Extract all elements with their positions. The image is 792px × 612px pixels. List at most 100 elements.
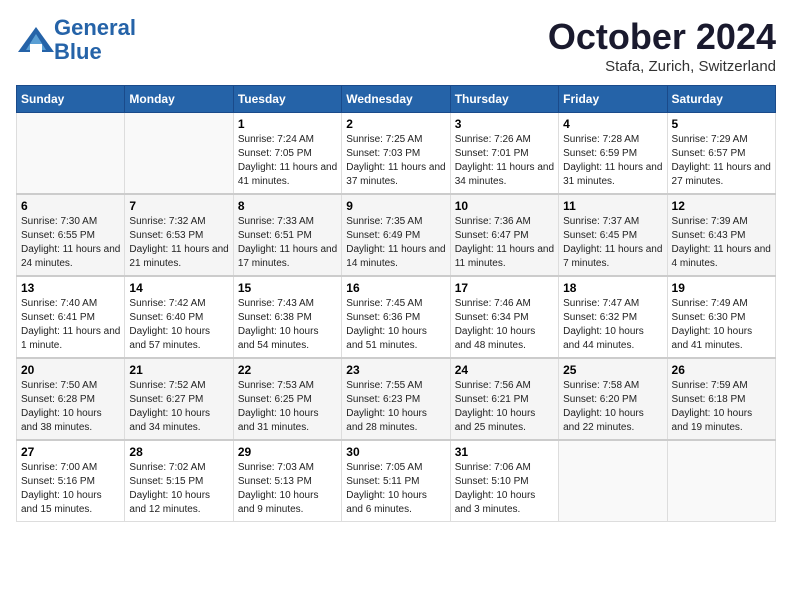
day-info: Sunrise: 7:36 AM Sunset: 6:47 PM Dayligh…: [455, 215, 554, 271]
calendar-cell: 25 Sunrise: 7:58 AM Sunset: 6:20 PM Dayli…: [559, 358, 667, 440]
day-number: 23: [346, 363, 445, 377]
day-number: 10: [455, 199, 554, 213]
day-info: Sunrise: 7:28 AM Sunset: 6:59 PM Dayligh…: [563, 133, 662, 189]
day-info: Sunrise: 7:59 AM Sunset: 6:18 PM Dayligh…: [672, 379, 771, 435]
day-number: 21: [129, 363, 228, 377]
calendar-cell: 28 Sunrise: 7:02 AM Sunset: 5:15 PM Dayli…: [125, 440, 233, 522]
calendar-cell: 16 Sunrise: 7:45 AM Sunset: 6:36 PM Dayli…: [342, 276, 450, 358]
day-info: Sunrise: 7:24 AM Sunset: 7:05 PM Dayligh…: [238, 133, 337, 189]
logo-blue: Blue: [54, 39, 102, 64]
calendar-cell: 3 Sunrise: 7:26 AM Sunset: 7:01 PM Daylig…: [450, 113, 558, 195]
logo-general: General: [54, 15, 136, 40]
calendar-cell: 31Sunrise: 7:06 AM Sunset: 5:10 PM Dayli…: [450, 440, 558, 522]
day-info: Sunrise: 7:47 AM Sunset: 6:32 PM Dayligh…: [563, 297, 662, 353]
calendar-cell: 2 Sunrise: 7:25 AM Sunset: 7:03 PM Daylig…: [342, 113, 450, 195]
day-info: Sunrise: 7:50 AM Sunset: 6:28 PM Dayligh…: [21, 379, 120, 435]
calendar-table: SundayMondayTuesdayWednesdayThursdayFrid…: [16, 85, 776, 522]
calendar-cell: [559, 440, 667, 522]
day-number: 5: [672, 117, 771, 131]
calendar-cell: 26 Sunrise: 7:59 AM Sunset: 6:18 PM Dayli…: [667, 358, 775, 440]
day-number: 27: [21, 445, 120, 459]
calendar-cell: 21 Sunrise: 7:52 AM Sunset: 6:27 PM Dayli…: [125, 358, 233, 440]
day-info: Sunrise: 7:49 AM Sunset: 6:30 PM Dayligh…: [672, 297, 771, 353]
calendar-cell: 20 Sunrise: 7:50 AM Sunset: 6:28 PM Dayli…: [17, 358, 125, 440]
day-info: Sunrise: 7:43 AM Sunset: 6:38 PM Dayligh…: [238, 297, 337, 353]
day-number: 28: [129, 445, 228, 459]
day-number: 30: [346, 445, 445, 459]
day-number: 12: [672, 199, 771, 213]
day-number: 3: [455, 117, 554, 131]
calendar-week-row: 27 Sunrise: 7:00 AM Sunset: 5:16 PM Dayli…: [17, 440, 776, 522]
calendar-cell: 18Sunrise: 7:47 AM Sunset: 6:32 PM Dayli…: [559, 276, 667, 358]
day-info: Sunrise: 7:52 AM Sunset: 6:27 PM Dayligh…: [129, 379, 228, 435]
weekday-header: Tuesday: [233, 86, 341, 113]
day-info: Sunrise: 7:06 AM Sunset: 5:10 PM Dayligh…: [455, 461, 554, 517]
day-number: 22: [238, 363, 337, 377]
day-info: Sunrise: 7:53 AM Sunset: 6:25 PM Dayligh…: [238, 379, 337, 435]
day-number: 13: [21, 281, 120, 295]
day-info: Sunrise: 7:58 AM Sunset: 6:20 PM Dayligh…: [563, 379, 662, 435]
day-info: Sunrise: 7:02 AM Sunset: 5:15 PM Dayligh…: [129, 461, 228, 517]
calendar-cell: 9Sunrise: 7:35 AM Sunset: 6:49 PM Daylig…: [342, 194, 450, 276]
title-block: October 2024 Stafa, Zurich, Switzerland: [548, 16, 776, 75]
calendar-cell: 24Sunrise: 7:56 AM Sunset: 6:21 PM Dayli…: [450, 358, 558, 440]
calendar-week-row: 6 Sunrise: 7:30 AM Sunset: 6:55 PM Daylig…: [17, 194, 776, 276]
day-info: Sunrise: 7:55 AM Sunset: 6:23 PM Dayligh…: [346, 379, 445, 435]
day-number: 24: [455, 363, 554, 377]
calendar-cell: [667, 440, 775, 522]
day-info: Sunrise: 7:46 AM Sunset: 6:34 PM Dayligh…: [455, 297, 554, 353]
calendar-cell: 7 Sunrise: 7:32 AM Sunset: 6:53 PM Daylig…: [125, 194, 233, 276]
calendar-cell: 19Sunrise: 7:49 AM Sunset: 6:30 PM Dayli…: [667, 276, 775, 358]
logo-text: General Blue: [54, 16, 136, 64]
day-info: Sunrise: 7:37 AM Sunset: 6:45 PM Dayligh…: [563, 215, 662, 271]
day-info: Sunrise: 7:39 AM Sunset: 6:43 PM Dayligh…: [672, 215, 771, 271]
day-info: Sunrise: 7:42 AM Sunset: 6:40 PM Dayligh…: [129, 297, 228, 353]
day-number: 7: [129, 199, 228, 213]
day-number: 26: [672, 363, 771, 377]
calendar-cell: 11 Sunrise: 7:37 AM Sunset: 6:45 PM Dayli…: [559, 194, 667, 276]
day-number: 1: [238, 117, 337, 131]
logo-icon: [16, 22, 52, 58]
calendar-cell: 14Sunrise: 7:42 AM Sunset: 6:40 PM Dayli…: [125, 276, 233, 358]
weekday-header: Monday: [125, 86, 233, 113]
day-number: 6: [21, 199, 120, 213]
day-info: Sunrise: 7:32 AM Sunset: 6:53 PM Dayligh…: [129, 215, 228, 271]
calendar-cell: 22 Sunrise: 7:53 AM Sunset: 6:25 PM Dayli…: [233, 358, 341, 440]
day-info: Sunrise: 7:03 AM Sunset: 5:13 PM Dayligh…: [238, 461, 337, 517]
weekday-header: Sunday: [17, 86, 125, 113]
day-number: 16: [346, 281, 445, 295]
calendar-cell: 30Sunrise: 7:05 AM Sunset: 5:11 PM Dayli…: [342, 440, 450, 522]
calendar-cell: 17Sunrise: 7:46 AM Sunset: 6:34 PM Dayli…: [450, 276, 558, 358]
day-number: 11: [563, 199, 662, 213]
day-info: Sunrise: 7:30 AM Sunset: 6:55 PM Dayligh…: [21, 215, 120, 271]
day-info: Sunrise: 7:35 AM Sunset: 6:49 PM Dayligh…: [346, 215, 445, 271]
calendar-cell: 4 Sunrise: 7:28 AM Sunset: 6:59 PM Daylig…: [559, 113, 667, 195]
weekday-header: Friday: [559, 86, 667, 113]
weekday-header: Saturday: [667, 86, 775, 113]
day-number: 8: [238, 199, 337, 213]
day-info: Sunrise: 7:25 AM Sunset: 7:03 PM Dayligh…: [346, 133, 445, 189]
day-number: 20: [21, 363, 120, 377]
calendar-cell: 23 Sunrise: 7:55 AM Sunset: 6:23 PM Dayli…: [342, 358, 450, 440]
day-number: 29: [238, 445, 337, 459]
calendar-week-row: 13 Sunrise: 7:40 AM Sunset: 6:41 PM Dayli…: [17, 276, 776, 358]
day-info: Sunrise: 7:00 AM Sunset: 5:16 PM Dayligh…: [21, 461, 120, 517]
calendar-cell: 5 Sunrise: 7:29 AM Sunset: 6:57 PM Daylig…: [667, 113, 775, 195]
weekday-header-row: SundayMondayTuesdayWednesdayThursdayFrid…: [17, 86, 776, 113]
day-number: 25: [563, 363, 662, 377]
day-info: Sunrise: 7:26 AM Sunset: 7:01 PM Dayligh…: [455, 133, 554, 189]
day-info: Sunrise: 7:45 AM Sunset: 6:36 PM Dayligh…: [346, 297, 445, 353]
calendar-week-row: 1 Sunrise: 7:24 AM Sunset: 7:05 PM Daylig…: [17, 113, 776, 195]
day-info: Sunrise: 7:29 AM Sunset: 6:57 PM Dayligh…: [672, 133, 771, 189]
calendar-week-row: 20 Sunrise: 7:50 AM Sunset: 6:28 PM Dayli…: [17, 358, 776, 440]
day-number: 15: [238, 281, 337, 295]
logo: General Blue: [16, 16, 136, 64]
calendar-cell: 15 Sunrise: 7:43 AM Sunset: 6:38 PM Dayli…: [233, 276, 341, 358]
day-number: 2: [346, 117, 445, 131]
day-number: 4: [563, 117, 662, 131]
calendar-cell: 1 Sunrise: 7:24 AM Sunset: 7:05 PM Daylig…: [233, 113, 341, 195]
calendar-cell: [125, 113, 233, 195]
day-info: Sunrise: 7:40 AM Sunset: 6:41 PM Dayligh…: [21, 297, 120, 353]
day-info: Sunrise: 7:33 AM Sunset: 6:51 PM Dayligh…: [238, 215, 337, 271]
calendar-cell: [17, 113, 125, 195]
